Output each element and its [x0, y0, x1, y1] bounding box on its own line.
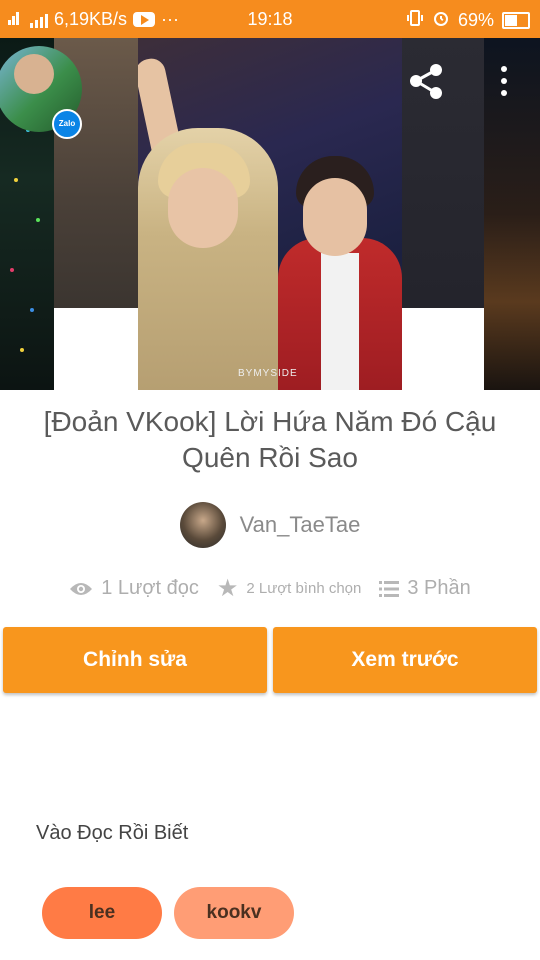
- vibrate-icon: [406, 9, 424, 32]
- votes-stat: ★ 2 Lượt bình chọn: [217, 574, 361, 603]
- parts-stat: 3 Phần: [379, 577, 471, 600]
- story-description: Vào Đọc Rồi Biết: [36, 822, 189, 844]
- tag-chip[interactable]: lee: [42, 887, 162, 939]
- author-name[interactable]: Van_TaeTae: [240, 512, 361, 538]
- edit-button[interactable]: Chỉnh sửa: [3, 627, 267, 693]
- share-button[interactable]: [404, 60, 448, 104]
- list-icon: [379, 580, 400, 597]
- story-title: [Đoản VKook] Lời Hứa Năm Đó Cậu Quên Rồi…: [43, 406, 497, 473]
- battery-icon: [502, 12, 530, 29]
- more-options-button[interactable]: [494, 64, 514, 98]
- reads-stat: 1 Lượt đọc: [69, 577, 199, 600]
- zalo-icon: Zalo: [52, 109, 82, 139]
- more-vert-icon: [501, 66, 507, 72]
- eye-icon: [70, 582, 93, 595]
- share-icon: [410, 64, 442, 99]
- votes-count: 2 Lượt bình chọn: [246, 580, 362, 597]
- alarm-icon: [432, 9, 450, 32]
- cover-watermark: BYMYSIDE: [238, 368, 298, 379]
- cover-image[interactable]: BYMYSIDE: [138, 38, 402, 390]
- battery-percent: 69%: [457, 10, 494, 30]
- reads-count: 1 Lượt đọc: [101, 577, 199, 599]
- status-bar: 6,19KB/s ··· 19:18 69%: [0, 0, 540, 38]
- parts-count: 3 Phần: [407, 577, 471, 599]
- preview-button[interactable]: Xem trước: [273, 627, 537, 693]
- tag-chip[interactable]: kookv: [174, 887, 294, 939]
- author-avatar[interactable]: [179, 502, 226, 548]
- author-row[interactable]: Van_TaeTae: [0, 502, 540, 548]
- star-icon: ★: [216, 575, 239, 602]
- story-stats: 1 Lượt đọc ★ 2 Lượt bình chọn 3 Phần: [0, 574, 540, 603]
